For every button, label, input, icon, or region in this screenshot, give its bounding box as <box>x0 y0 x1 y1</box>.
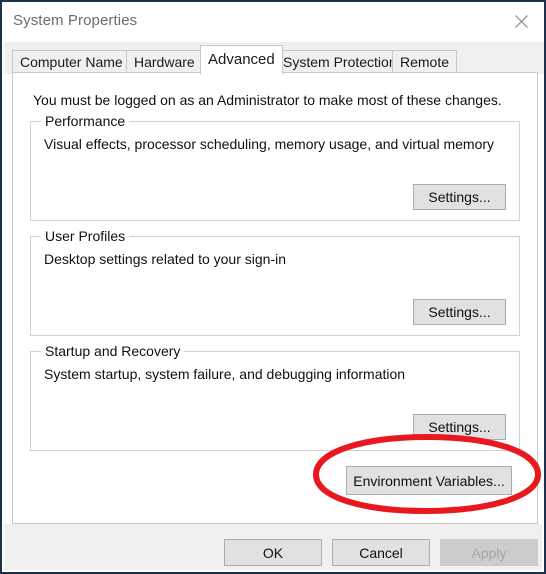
user-profiles-description: Desktop settings related to your sign-in <box>44 251 287 267</box>
startup-recovery-description: System startup, system failure, and debu… <box>44 366 406 382</box>
tab-hardware[interactable]: Hardware <box>126 50 203 74</box>
user-profiles-settings-button[interactable]: Settings... <box>413 299 506 325</box>
tab-computer-name[interactable]: Computer Name <box>12 50 131 74</box>
tab-system-protection[interactable]: System Protection <box>275 50 405 74</box>
close-icon[interactable] <box>499 2 544 40</box>
window-title: System Properties <box>13 12 138 29</box>
apply-button: Apply <box>440 539 538 566</box>
performance-group: Performance Visual effects, processor sc… <box>30 113 520 221</box>
admin-notice-text: You must be logged on as an Administrato… <box>33 92 502 108</box>
startup-recovery-group-label: Startup and Recovery <box>41 343 185 359</box>
cancel-button[interactable]: Cancel <box>332 539 430 566</box>
advanced-tab-panel: You must be logged on as an Administrato… <box>12 72 538 524</box>
ok-button[interactable]: OK <box>224 539 322 566</box>
performance-description: Visual effects, processor scheduling, me… <box>44 136 495 152</box>
tab-advanced[interactable]: Advanced <box>200 45 283 75</box>
performance-settings-button[interactable]: Settings... <box>413 184 506 210</box>
tab-remote[interactable]: Remote <box>392 50 458 74</box>
startup-recovery-group: Startup and Recovery System startup, sys… <box>30 343 520 451</box>
system-properties-dialog: System Properties Computer Name Hardware… <box>0 0 546 574</box>
tab-strip: Computer Name Hardware Advanced System P… <box>4 42 544 75</box>
startup-recovery-settings-button[interactable]: Settings... <box>413 414 506 440</box>
title-bar: System Properties <box>2 2 544 42</box>
dialog-button-bar: OK Cancel Apply <box>4 524 542 570</box>
environment-variables-button[interactable]: Environment Variables... <box>346 466 512 495</box>
user-profiles-group: User Profiles Desktop settings related t… <box>30 228 520 336</box>
performance-group-label: Performance <box>41 113 130 129</box>
user-profiles-group-label: User Profiles <box>41 228 130 244</box>
